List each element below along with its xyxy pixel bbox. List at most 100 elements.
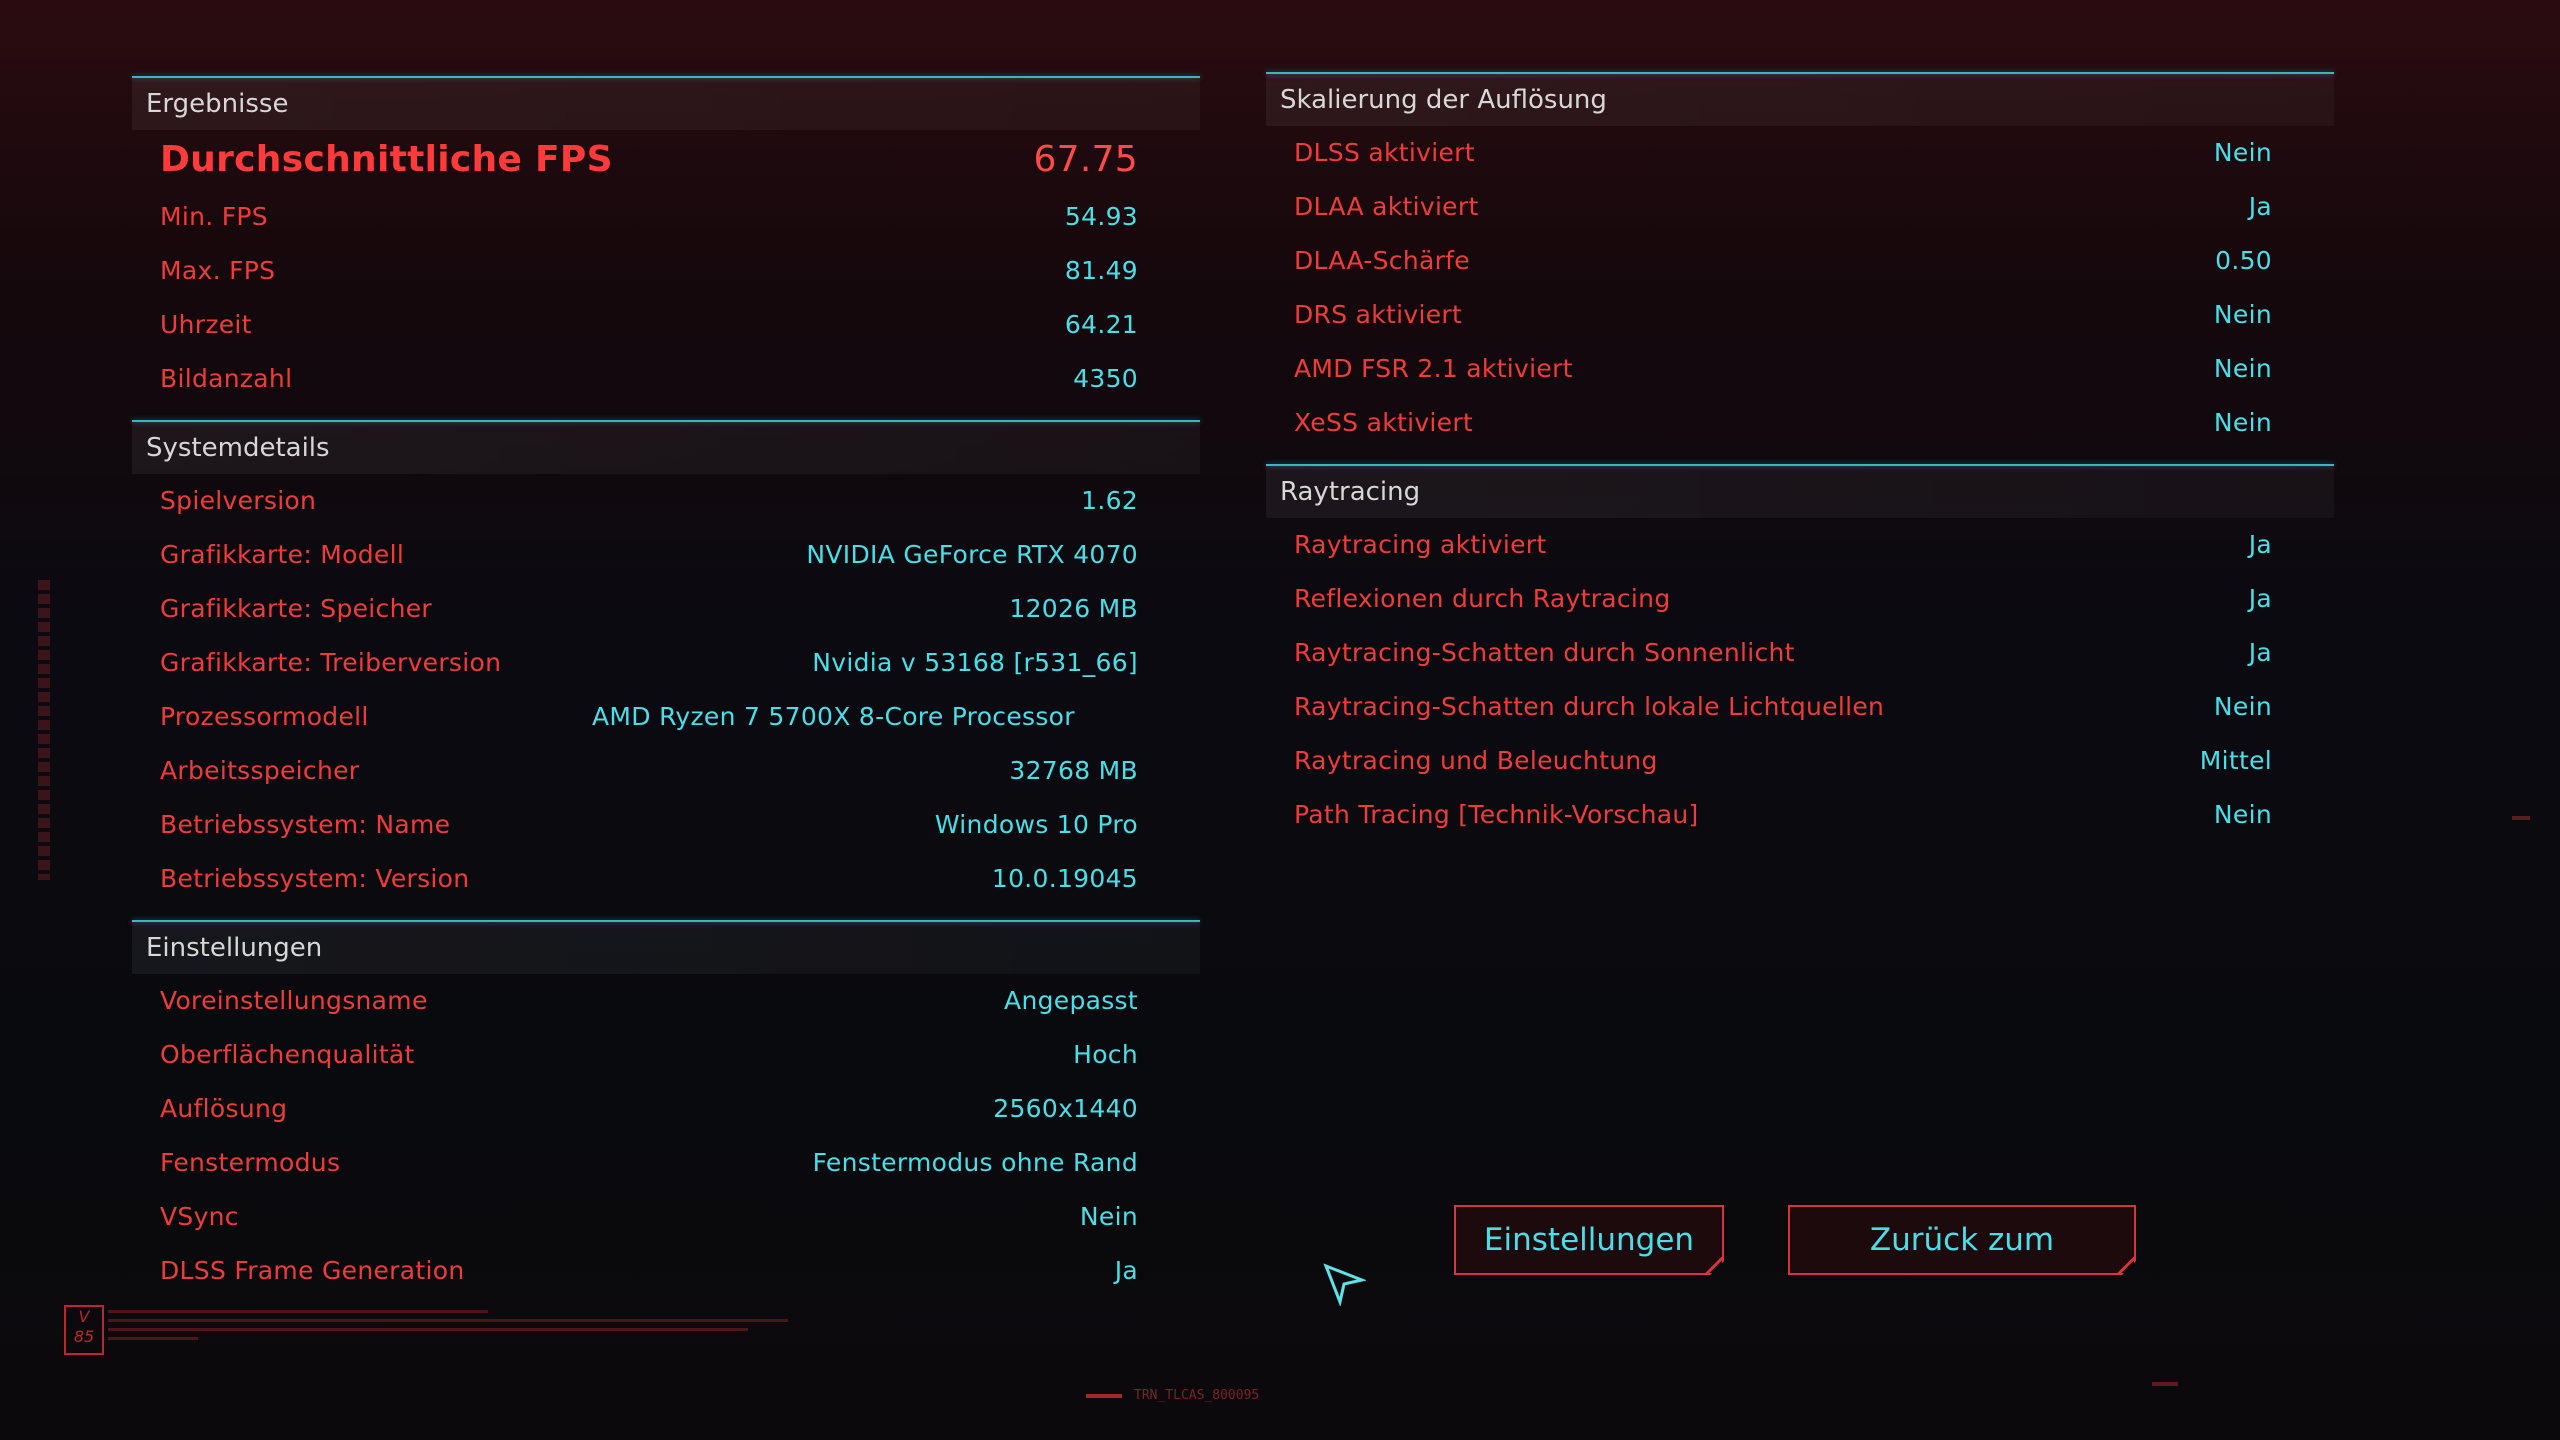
build-tag: TRN_TLCAS_800095: [1086, 1388, 1259, 1403]
row-value: Nein: [2213, 354, 2272, 383]
row-label: Voreinstellungsname: [160, 986, 428, 1015]
row-value: Mittel: [2199, 746, 2272, 775]
row-value: Nein: [2213, 138, 2272, 167]
row-label: Oberflächenqualität: [160, 1040, 415, 1069]
row-value: 1.62: [1081, 486, 1138, 515]
row-value: Ja: [2248, 530, 2272, 559]
row-value: 4350: [1073, 364, 1138, 393]
row-value: 0.50: [2215, 246, 2272, 275]
row-label: AMD FSR 2.1 aktiviert: [1294, 354, 1573, 383]
settings-button[interactable]: Einstellungen: [1454, 1205, 1724, 1275]
raytracing-header: Raytracing: [1266, 466, 2334, 518]
game-version-row: Spielversion 1.62: [132, 474, 1200, 528]
frame-generation-row: DLSS Frame Generation Ja: [132, 1244, 1200, 1298]
row-value: Angepasst: [1004, 986, 1138, 1015]
row-label: Bildanzahl: [160, 364, 293, 393]
row-label: Min. FPS: [160, 202, 268, 231]
dlss-row: DLSS aktiviert Nein: [1266, 126, 2334, 180]
dlaa-row: DLAA aktiviert Ja: [1266, 180, 2334, 234]
row-value: Windows 10 Pro: [934, 810, 1138, 839]
row-label: Max. FPS: [160, 256, 276, 285]
row-value: 10.0.19045: [991, 864, 1138, 893]
row-value: Ja: [2248, 192, 2272, 221]
main-menu-button[interactable]: Zurück zum Hauptmenü: [1788, 1205, 2136, 1275]
average-fps-row: Durchschnittliche FPS 67.75: [132, 130, 1200, 190]
row-value: NVIDIA GeForce RTX 4070: [806, 540, 1138, 569]
row-label: Uhrzeit: [160, 310, 252, 339]
row-label: Durchschnittliche FPS: [160, 139, 613, 180]
row-value: 32768 MB: [1009, 756, 1138, 785]
version-logo: V 85: [64, 1305, 104, 1355]
row-label: DLSS Frame Generation: [160, 1256, 465, 1285]
results-header: Ergebnisse: [132, 78, 1200, 130]
rt-local-shadows-row: Raytracing-Schatten durch lokale Lichtqu…: [1266, 680, 2334, 734]
row-label: Raytracing aktiviert: [1294, 530, 1547, 559]
left-panel: Ergebnisse Durchschnittliche FPS 67.75 M…: [132, 76, 1200, 1298]
rt-lighting-row: Raytracing und Beleuchtung Mittel: [1266, 734, 2334, 788]
frame-count-row: Bildanzahl 4350: [132, 352, 1200, 406]
legal-fine-print: [108, 1310, 788, 1346]
os-version-row: Betriebssystem: Version 10.0.19045: [132, 852, 1200, 906]
row-label: Grafikkarte: Treiberversion: [160, 648, 502, 677]
time-row: Uhrzeit 64.21: [132, 298, 1200, 352]
cpu-model-row: Prozessormodell AMD Ryzen 7 5700X 8-Core…: [132, 690, 1200, 744]
fsr-row: AMD FSR 2.1 aktiviert Nein: [1266, 342, 2334, 396]
row-label: Auflösung: [160, 1094, 288, 1123]
ram-row: Arbeitsspeicher 32768 MB: [132, 744, 1200, 798]
row-value: 54.93: [1064, 202, 1138, 231]
row-label: Grafikkarte: Modell: [160, 540, 405, 569]
system-header: Systemdetails: [132, 422, 1200, 474]
row-label: DLSS aktiviert: [1294, 138, 1475, 167]
os-name-row: Betriebssystem: Name Windows 10 Pro: [132, 798, 1200, 852]
settings-header: Einstellungen: [132, 922, 1200, 974]
row-label: Betriebssystem: Name: [160, 810, 451, 839]
row-value: 64.21: [1064, 310, 1138, 339]
max-fps-row: Max. FPS 81.49: [132, 244, 1200, 298]
row-label: Raytracing-Schatten durch lokale Lichtqu…: [1294, 692, 1885, 721]
row-value: 81.49: [1064, 256, 1138, 285]
row-label: DLAA aktiviert: [1294, 192, 1479, 221]
row-label: DLAA-Schärfe: [1294, 246, 1470, 275]
row-label: Prozessormodell: [160, 702, 369, 731]
preset-row: Voreinstellungsname Angepasst: [132, 974, 1200, 1028]
row-label: Reflexionen durch Raytracing: [1294, 584, 1671, 613]
row-value: Ja: [2248, 638, 2272, 667]
scaling-section: Skalierung der Auflösung DLSS aktiviert …: [1266, 72, 2334, 450]
rt-sun-shadows-row: Raytracing-Schatten durch Sonnenlicht Ja: [1266, 626, 2334, 680]
corner-decoration: [2152, 1382, 2178, 1386]
row-label: Arbeitsspeicher: [160, 756, 360, 785]
row-value: Nein: [1079, 1202, 1138, 1231]
raytracing-enabled-row: Raytracing aktiviert Ja: [1266, 518, 2334, 572]
row-value: Nein: [2213, 692, 2272, 721]
row-value: Nein: [2213, 800, 2272, 829]
row-label: Betriebssystem: Version: [160, 864, 470, 893]
row-value: Nein: [2213, 408, 2272, 437]
row-value: Ja: [1114, 1256, 1138, 1285]
row-value: Hoch: [1073, 1040, 1138, 1069]
scaling-header: Skalierung der Auflösung: [1266, 74, 2334, 126]
cursor-arrow-icon: [1323, 1263, 1366, 1306]
texture-quality-row: Oberflächenqualität Hoch: [132, 1028, 1200, 1082]
gpu-memory-row: Grafikkarte: Speicher 12026 MB: [132, 582, 1200, 636]
row-value: 2560x1440: [993, 1094, 1138, 1123]
row-value: AMD Ryzen 7 5700X 8-Core Processor: [592, 702, 1075, 731]
row-label: Spielversion: [160, 486, 317, 515]
row-value: 67.75: [1033, 139, 1138, 180]
row-label: VSync: [160, 1202, 239, 1231]
min-fps-row: Min. FPS 54.93: [132, 190, 1200, 244]
rt-reflections-row: Reflexionen durch Raytracing Ja: [1266, 572, 2334, 626]
row-value: Nein: [2213, 300, 2272, 329]
drs-row: DRS aktiviert Nein: [1266, 288, 2334, 342]
side-fine-print: [38, 580, 50, 880]
row-label: Raytracing und Beleuchtung: [1294, 746, 1658, 775]
gpu-driver-row: Grafikkarte: Treiberversion Nvidia v 531…: [132, 636, 1200, 690]
results-section: Ergebnisse Durchschnittliche FPS 67.75 M…: [132, 76, 1200, 406]
dlaa-sharpness-row: DLAA-Schärfe 0.50: [1266, 234, 2334, 288]
settings-section: Einstellungen Voreinstellungsname Angepa…: [132, 920, 1200, 1298]
right-panel: Skalierung der Auflösung DLSS aktiviert …: [1266, 72, 2334, 842]
row-label: Fenstermodus: [160, 1148, 341, 1177]
window-mode-row: Fenstermodus Fenstermodus ohne Rand: [132, 1136, 1200, 1190]
row-value: Ja: [2248, 584, 2272, 613]
gpu-model-row: Grafikkarte: Modell NVIDIA GeForce RTX 4…: [132, 528, 1200, 582]
raytracing-section: Raytracing Raytracing aktiviert Ja Refle…: [1266, 464, 2334, 842]
